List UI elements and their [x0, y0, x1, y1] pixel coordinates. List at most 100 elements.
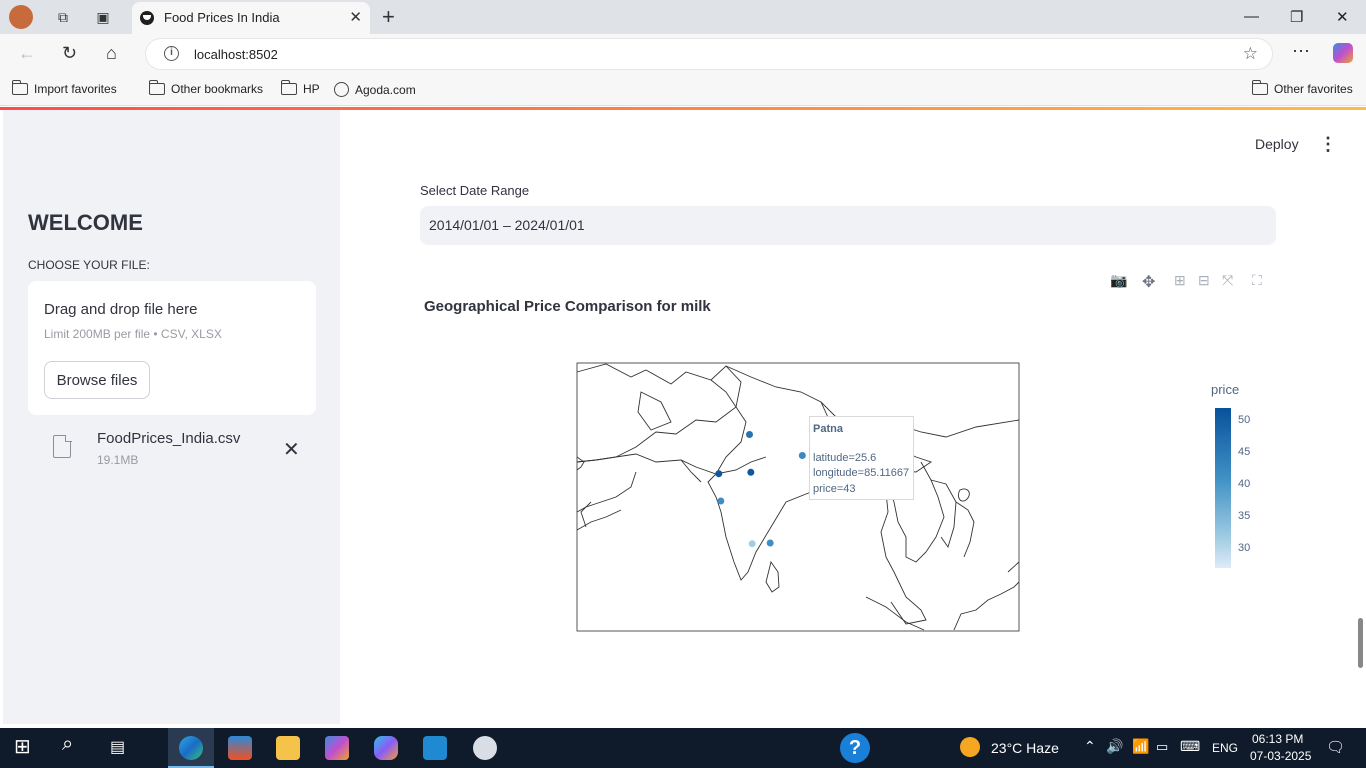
zoom-out-icon[interactable]: ⊟	[1198, 272, 1210, 289]
search-icon[interactable]: ⌕	[62, 733, 86, 757]
browser-tab-bar: ⧉ ▣ Food Prices In India ✕ + — ❐ ✕	[0, 0, 1366, 34]
globe-icon	[334, 82, 349, 97]
map-point[interactable]	[748, 540, 756, 548]
geo-map[interactable]	[576, 362, 1020, 632]
main-menu-icon[interactable]: ⋮	[1319, 134, 1337, 155]
profile-avatar-icon[interactable]	[8, 5, 34, 29]
copilot-icon[interactable]	[1333, 43, 1353, 63]
site-info-icon[interactable]: i	[164, 46, 179, 61]
folder-icon	[1251, 80, 1268, 95]
folder-icon	[148, 80, 165, 95]
main-content: Deploy ⋮ Select Date Range 2014/01/01 – …	[340, 110, 1356, 724]
date-range-value: 2014/01/01 – 2024/01/01	[429, 217, 585, 233]
tray-chevron-icon[interactable]: ⌃	[1084, 738, 1096, 755]
date-range-label: Select Date Range	[420, 183, 530, 198]
tab-food-prices[interactable]: Food Prices In India ✕	[132, 2, 370, 34]
bookmark-other-bookmarks[interactable]: Other bookmarks	[148, 80, 263, 96]
dropzone-text: Drag and drop file here	[44, 301, 198, 318]
workspaces-icon[interactable]: ⧉	[50, 5, 76, 29]
vscode-icon[interactable]	[423, 736, 447, 760]
help-icon[interactable]: ?	[840, 733, 870, 763]
keyboard-icon[interactable]: ⌨	[1180, 738, 1200, 755]
bookmark-other-favorites[interactable]: Other favorites	[1251, 80, 1353, 96]
language-indicator[interactable]: ENG	[1212, 741, 1238, 755]
scrollbar-thumb[interactable]	[1358, 618, 1363, 668]
bookmark-hp[interactable]: HP	[280, 80, 320, 96]
weather-icon	[960, 737, 980, 757]
hover-price: price=43	[813, 482, 856, 495]
favorite-star-icon[interactable]: ☆	[1243, 44, 1258, 64]
bookmarks-bar: Import favorites Other bookmarks HP Agod…	[0, 74, 1366, 106]
hover-city: Patna	[813, 423, 843, 435]
colorbar-tick: 40	[1238, 478, 1251, 490]
wifi-icon[interactable]: 📶	[1132, 738, 1149, 755]
browse-files-button[interactable]: Browse files	[44, 361, 150, 399]
weather-text[interactable]: 23°C Haze	[991, 740, 1059, 756]
volume-icon[interactable]: 🔊	[1106, 738, 1123, 755]
task-view-icon[interactable]: ▤	[110, 737, 134, 761]
back-icon[interactable]: ←	[18, 43, 36, 64]
page-scrollbar[interactable]	[1356, 110, 1366, 724]
refresh-icon[interactable]: ↻	[62, 43, 77, 64]
map-point[interactable]	[717, 497, 725, 505]
clock-date[interactable]: 07-03-2025	[1250, 749, 1311, 763]
file-explorer-icon[interactable]	[276, 736, 300, 760]
dropzone-limit: Limit 200MB per file • CSV, XLSX	[44, 327, 222, 341]
address-bar[interactable]: i localhost:8502 ☆	[145, 38, 1273, 70]
uploaded-file-name: FoodPrices_India.csv	[97, 430, 241, 447]
bookmark-agoda[interactable]: Agoda.com	[334, 82, 416, 97]
colorbar-tick: 35	[1238, 510, 1251, 522]
zoom-in-icon[interactable]: ⊞	[1174, 272, 1186, 289]
map-point[interactable]	[766, 539, 774, 547]
minimize-icon[interactable]: —	[1244, 8, 1259, 25]
more-menu-icon[interactable]: ⋯	[1292, 41, 1310, 62]
store-icon[interactable]	[228, 736, 252, 760]
map-borders	[576, 362, 1020, 632]
pan-icon[interactable]: ✥	[1142, 272, 1155, 292]
colorbar	[1215, 408, 1231, 568]
colorbar-tick: 50	[1238, 414, 1251, 426]
deploy-button[interactable]: Deploy	[1255, 136, 1299, 152]
m365-icon[interactable]	[325, 736, 349, 760]
new-tab-icon[interactable]: +	[382, 4, 395, 30]
colorbar-title: price	[1211, 382, 1240, 397]
clock-time[interactable]: 06:13 PM	[1252, 732, 1303, 746]
date-range-input[interactable]: 2014/01/01 – 2024/01/01	[420, 206, 1276, 245]
streamlit-favicon-icon	[140, 11, 154, 25]
app-icon[interactable]	[473, 736, 497, 760]
close-window-icon[interactable]: ✕	[1336, 8, 1349, 26]
fullscreen-icon[interactable]: ⛶	[1252, 272, 1262, 289]
uploaded-file-size: 19.1MB	[97, 453, 139, 467]
home-icon[interactable]: ⌂	[106, 43, 117, 64]
hover-tooltip: Patna latitude=25.6 longitude=85.11667 p…	[809, 416, 914, 500]
reset-view-icon[interactable]: ⤧	[1222, 272, 1233, 289]
hover-latitude: latitude=25.6	[813, 451, 877, 464]
url-text[interactable]: localhost:8502	[194, 47, 278, 62]
file-dropzone[interactable]: Drag and drop file here Limit 200MB per …	[28, 281, 316, 415]
battery-icon[interactable]: ▭	[1156, 739, 1168, 755]
folder-icon	[280, 80, 297, 95]
edge-icon[interactable]	[179, 736, 203, 760]
map-point[interactable]	[747, 468, 755, 476]
map-point-patna[interactable]	[798, 452, 806, 459]
address-toolbar: ← ↻ ⌂ i localhost:8502 ☆ ⋯	[0, 34, 1366, 74]
tab-close-icon[interactable]: ✕	[349, 8, 362, 26]
camera-icon[interactable]: 📷	[1110, 272, 1127, 289]
colorbar-tick: 30	[1238, 542, 1251, 554]
restore-icon[interactable]: ❐	[1290, 8, 1303, 26]
remove-file-icon[interactable]: ✕	[283, 437, 300, 462]
file-uploader-label: CHOOSE YOUR FILE:	[28, 258, 150, 272]
windows-start-icon[interactable]: ⊞	[14, 734, 38, 758]
bookmark-import-favorites[interactable]: Import favorites	[11, 80, 117, 96]
tab-actions-icon[interactable]: ▣	[90, 5, 116, 29]
chart-title: Geographical Price Comparison for milk	[424, 298, 711, 315]
copilot-taskbar-icon[interactable]	[374, 736, 398, 760]
hover-longitude: longitude=85.11667	[813, 467, 910, 479]
notifications-icon[interactable]: 🗨	[1326, 738, 1345, 756]
map-points[interactable]	[715, 431, 806, 548]
tab-title: Food Prices In India	[164, 10, 280, 25]
file-icon	[53, 434, 72, 458]
map-point[interactable]	[746, 431, 753, 438]
map-point[interactable]	[715, 470, 723, 478]
windows-taskbar: ⊞ ⌕ ▤ ? 23°C Haze ⌃ 🔊 📶 ▭ ⌨ ENG 06:13 PM…	[0, 728, 1366, 768]
